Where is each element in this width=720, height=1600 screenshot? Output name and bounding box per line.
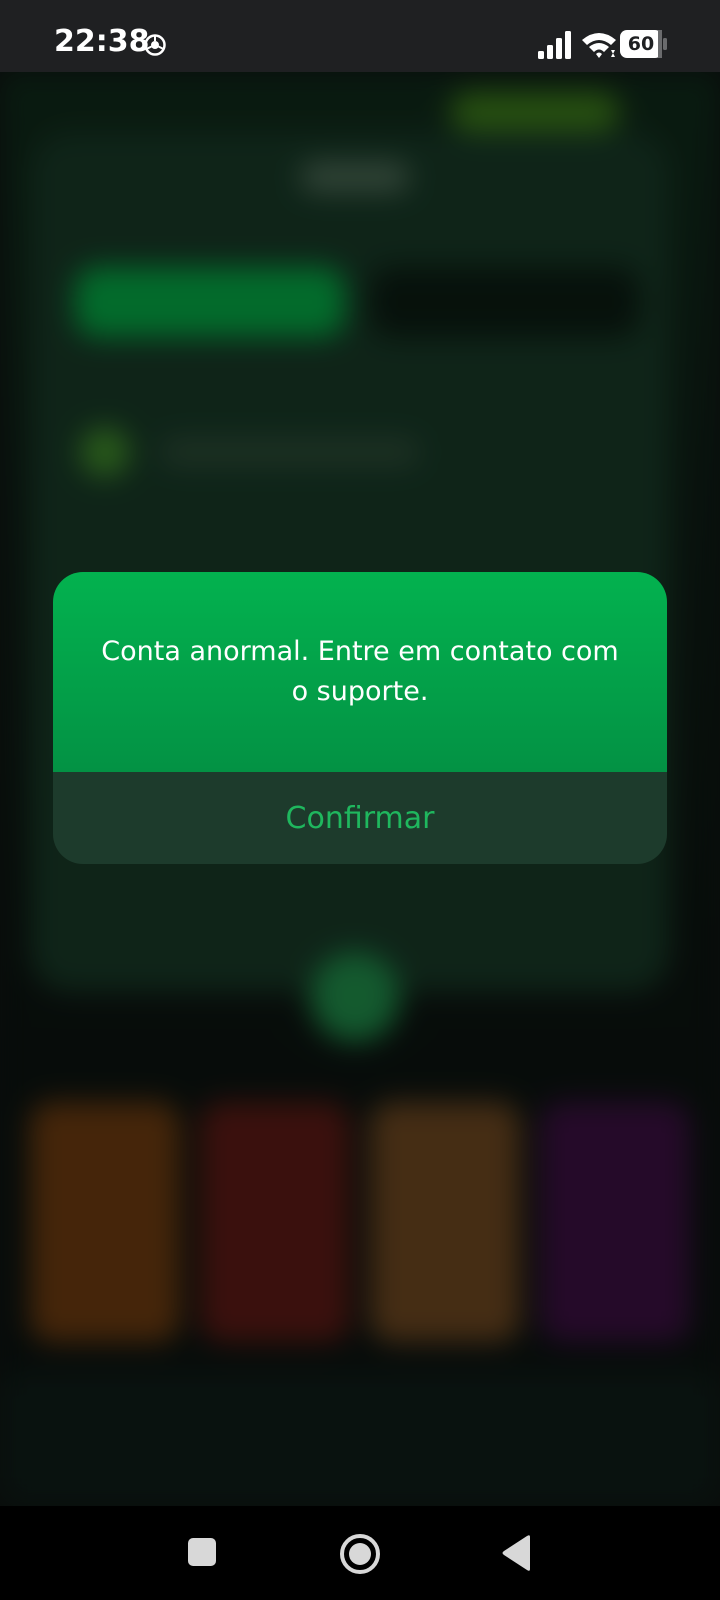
status-bar: 22:38 60 <box>0 0 720 72</box>
confirm-button-label: Confirmar <box>285 800 435 836</box>
confirm-button[interactable]: Confirmar <box>53 772 667 864</box>
recents-square-icon[interactable] <box>186 1536 218 1568</box>
screen: 22:38 60 Conta anormal. Entre em contato… <box>0 0 720 1600</box>
chrome-icon <box>144 34 166 56</box>
back-triangle-icon[interactable] <box>500 1534 534 1572</box>
signal-icon <box>538 31 571 59</box>
alert-dialog: Conta anormal. Entre em contato com o su… <box>53 572 667 864</box>
dialog-body: Conta anormal. Entre em contato com o su… <box>53 572 667 772</box>
navigation-bar <box>0 1506 720 1600</box>
battery-level: 60 <box>627 33 655 55</box>
dialog-message: Conta anormal. Entre em contato com o su… <box>101 636 619 707</box>
home-circle-icon[interactable] <box>339 1533 381 1575</box>
wifi-icon <box>582 33 616 58</box>
status-time: 22:38 <box>54 24 150 59</box>
